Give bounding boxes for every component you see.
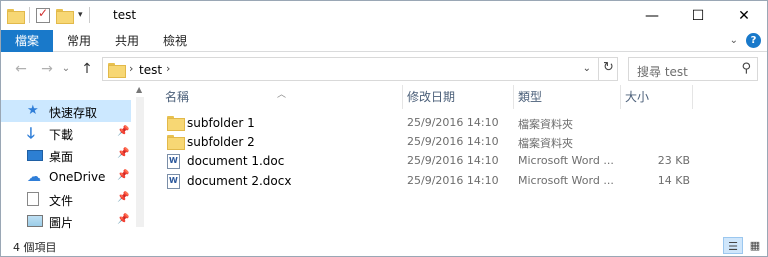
tab-home[interactable]: 常用	[59, 30, 99, 52]
item-count: 4 個項目	[13, 241, 57, 254]
sidebar-item-label: 桌面	[49, 150, 74, 164]
expand-ribbon-icon[interactable]: ⌄	[730, 35, 738, 46]
window-title: test	[113, 8, 137, 22]
folder-icon	[108, 63, 126, 78]
properties-icon[interactable]	[36, 6, 50, 23]
new-folder-icon[interactable]	[56, 8, 74, 24]
back-button[interactable]: ←	[11, 59, 31, 79]
word-doc-icon	[167, 154, 180, 169]
sidebar-item-quick-access[interactable]: ★ 快速存取	[1, 100, 131, 122]
status-bar: 4 個項目 ☰ ▦	[1, 234, 767, 256]
file-row[interactable]: subfolder 1 25/9/2016 14:10 檔案資料夾	[165, 114, 695, 133]
document-icon	[27, 192, 43, 206]
title-bar: ▾ test — ☐ ✕	[1, 1, 767, 30]
sidebar-item-downloads[interactable]: 🡓 下載 📌	[1, 122, 131, 144]
word-doc-icon	[167, 174, 180, 189]
search-input[interactable]: 搜尋 test	[637, 63, 688, 80]
pin-icon: 📌	[117, 192, 130, 203]
download-icon: 🡓	[27, 124, 35, 142]
scroll-up-icon[interactable]: ▲	[136, 85, 142, 94]
file-size: 23 KB	[657, 154, 690, 167]
file-date: 25/9/2016 14:10	[407, 174, 499, 187]
sort-ascending-icon: ︿	[277, 90, 287, 100]
maximize-button[interactable]: ☐	[675, 1, 721, 30]
address-bar[interactable]: › test › ⌄	[102, 57, 618, 81]
sidebar-item-onedrive[interactable]: ☁ OneDrive 📌	[1, 166, 131, 188]
refresh-button[interactable]: ↻	[598, 57, 618, 81]
file-type: 檔案資料夾	[518, 137, 573, 150]
folder-icon	[7, 8, 25, 24]
column-header-date[interactable]: 修改日期	[403, 85, 514, 109]
navigation-pane-scrollbar[interactable]: ▲	[133, 85, 147, 235]
folder-icon	[167, 116, 185, 131]
ribbon-tabs: 檔案 常用 共用 檢視 ⌄ ?	[1, 30, 767, 52]
file-type: 檔案資料夾	[518, 118, 573, 131]
file-size: 14 KB	[657, 174, 690, 187]
file-name: subfolder 1	[187, 116, 255, 130]
sidebar-item-documents[interactable]: 文件 📌	[1, 188, 131, 210]
pin-icon: 📌	[117, 170, 130, 181]
details-view-icon[interactable]: ☰	[723, 237, 743, 254]
tab-share[interactable]: 共用	[107, 30, 147, 52]
quick-access-toolbar: ▾	[7, 6, 90, 24]
file-date: 25/9/2016 14:10	[407, 135, 499, 148]
column-header-type[interactable]: 類型	[514, 85, 621, 109]
address-dropdown-icon[interactable]: ⌄	[583, 63, 591, 74]
sidebar-item-label: 圖片	[49, 216, 74, 230]
scrollbar-track[interactable]	[136, 97, 144, 227]
breadcrumb-separator[interactable]: ›	[129, 62, 133, 75]
pin-icon: 📌	[117, 214, 130, 225]
file-type: Microsoft Word ...	[518, 174, 614, 187]
sidebar-item-pictures[interactable]: 圖片 📌	[1, 210, 131, 232]
picture-icon	[27, 214, 43, 228]
tab-file[interactable]: 檔案	[1, 30, 53, 52]
navigation-pane: ★ 快速存取 🡓 下載 📌 桌面 📌 ☁ OneDrive 📌 文件 📌 圖片 …	[1, 88, 133, 233]
sidebar-item-label: 快速存取	[49, 106, 98, 120]
folder-icon	[167, 135, 185, 150]
close-button[interactable]: ✕	[721, 1, 767, 30]
file-name: document 1.doc	[187, 154, 285, 168]
file-type: Microsoft Word ...	[518, 154, 614, 167]
up-button[interactable]: ↑	[77, 59, 97, 79]
file-name: document 2.docx	[187, 174, 292, 188]
recent-locations-button[interactable]: ⌄	[59, 59, 73, 79]
forward-button[interactable]: →	[37, 59, 57, 79]
breadcrumb-separator[interactable]: ›	[166, 62, 170, 75]
file-row[interactable]: document 2.docx 25/9/2016 14:10 Microsof…	[165, 172, 695, 191]
minimize-button[interactable]: —	[629, 1, 675, 30]
sidebar-item-label: OneDrive	[49, 170, 106, 184]
sidebar-item-label: 文件	[49, 194, 74, 208]
toolbar-divider	[88, 7, 90, 23]
customize-toolbar-chevron-icon[interactable]: ▾	[78, 10, 83, 20]
search-box[interactable]: 搜尋 test ⚲	[628, 57, 758, 81]
column-header-size[interactable]: 大小	[621, 85, 693, 109]
file-row[interactable]: document 1.doc 25/9/2016 14:10 Microsoft…	[165, 152, 695, 171]
column-headers: 名稱 ︿ 修改日期 類型 大小	[161, 85, 701, 109]
file-date: 25/9/2016 14:10	[407, 154, 499, 167]
pin-icon: 📌	[117, 126, 130, 137]
large-icons-view-icon[interactable]: ▦	[745, 237, 765, 254]
file-row[interactable]: subfolder 2 25/9/2016 14:10 檔案資料夾	[165, 133, 695, 152]
column-header-name[interactable]: 名稱 ︿	[161, 85, 403, 109]
search-icon[interactable]: ⚲	[741, 61, 751, 76]
sidebar-item-label: 下載	[49, 128, 74, 142]
cloud-icon: ☁	[27, 169, 41, 185]
help-icon[interactable]: ?	[746, 33, 761, 48]
desktop-icon	[27, 148, 43, 162]
navigation-bar: ← → ⌄ ↑ › test › ⌄ ↻ 搜尋 test ⚲	[1, 56, 767, 82]
pin-icon: 📌	[117, 148, 130, 159]
column-header-label: 名稱	[165, 90, 190, 104]
tab-view[interactable]: 檢視	[155, 30, 195, 52]
file-date: 25/9/2016 14:10	[407, 116, 499, 129]
breadcrumb-item[interactable]: test	[139, 63, 162, 77]
star-icon: ★	[27, 103, 39, 118]
file-name: subfolder 2	[187, 135, 255, 149]
toolbar-divider	[29, 7, 30, 23]
sidebar-item-desktop[interactable]: 桌面 📌	[1, 144, 131, 166]
explorer-window: ▾ test — ☐ ✕ 檔案 常用 共用 檢視 ⌄ ? ← → ⌄ ↑ › t…	[0, 0, 768, 257]
